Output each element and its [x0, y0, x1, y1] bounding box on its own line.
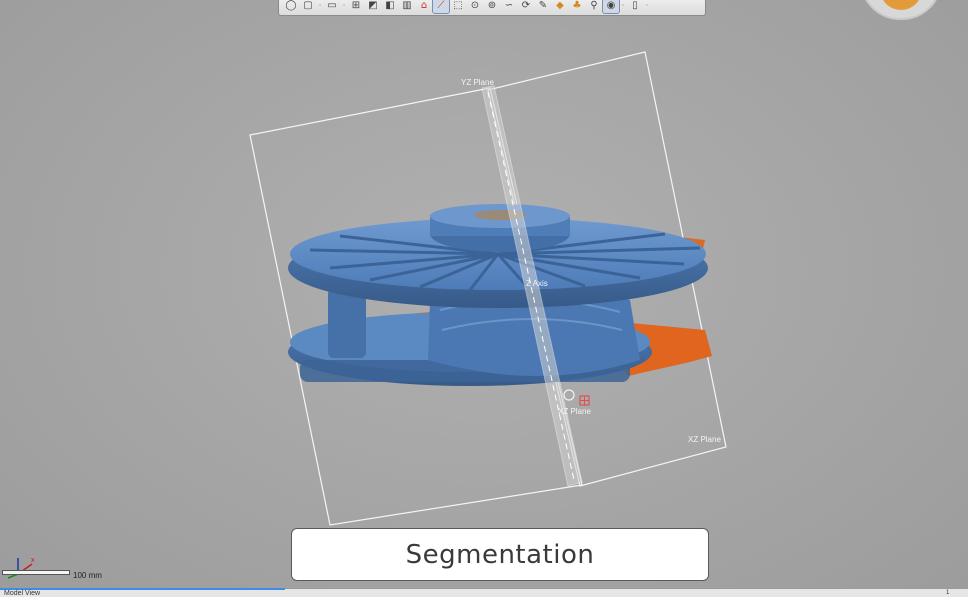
z-axis-label: Z Axis — [526, 279, 548, 288]
slash-tool-icon[interactable]: ⟋ — [432, 0, 450, 14]
scale-bar — [2, 570, 70, 575]
rect-select-icon[interactable]: ⬚ — [450, 0, 466, 13]
yz-plane-label: YZ Plane — [461, 78, 494, 87]
status-progress — [0, 588, 285, 590]
stamp-icon[interactable]: ♣ — [569, 0, 585, 13]
column-view-icon[interactable]: ▥ — [399, 0, 415, 13]
split-view-icon[interactable]: ◧ — [382, 0, 398, 13]
circle-dot-icon[interactable]: ⊚ — [484, 0, 500, 13]
dropdown-dot[interactable]: · — [644, 0, 650, 13]
svg-text:x: x — [31, 557, 35, 564]
plane-view-icon[interactable]: ⊞ — [348, 0, 364, 13]
scale-label: 100 mm — [73, 571, 102, 580]
view-toolbar: ◯ ▢ · ▭ · ⊞ ◩ ◧ ▥ ⌂ ⟋ ⬚ ⊙ ⊚ ∽ ⟳ ✎ ◆ ♣ ⚲ ◉ · ▯ · — [278, 0, 706, 16]
pen-edit-icon[interactable]: ✎ — [535, 0, 551, 13]
eye-view-icon[interactable]: ◉ — [602, 0, 620, 14]
xz-plane-label-center: XZ Plane — [558, 407, 591, 416]
box-select-icon[interactable]: ▭ — [324, 0, 340, 13]
dropdown-dot[interactable]: · — [620, 0, 626, 13]
section-icon[interactable]: ◩ — [365, 0, 381, 13]
house-icon[interactable]: ⌂ — [416, 0, 432, 13]
lasso-icon[interactable]: ∽ — [501, 0, 517, 13]
status-corner: 1 — [946, 590, 950, 596]
cube-view-icon[interactable]: ▢ — [300, 0, 316, 13]
fill-bucket-icon[interactable]: ◆ — [552, 0, 568, 13]
dropdown-dot[interactable]: · — [317, 0, 323, 13]
3d-scene[interactable] — [0, 0, 968, 596]
caption-text: Segmentation — [405, 539, 595, 570]
plane-rotate-handle-icon[interactable] — [563, 389, 575, 401]
support-post — [328, 288, 366, 358]
axis-triad-icon: x — [7, 557, 35, 579]
point-target-icon[interactable]: ⊙ — [467, 0, 483, 13]
xz-plane-label-right: XZ Plane — [688, 435, 721, 444]
link-icon[interactable]: ⚲ — [586, 0, 602, 13]
paint-brush-icon[interactable]: ⟳ — [518, 0, 534, 13]
page-icon[interactable]: ▯ — [627, 0, 643, 13]
caption-box: Segmentation — [291, 528, 709, 581]
sphere-view-icon[interactable]: ◯ — [283, 0, 299, 13]
dropdown-dot[interactable]: · — [341, 0, 347, 13]
